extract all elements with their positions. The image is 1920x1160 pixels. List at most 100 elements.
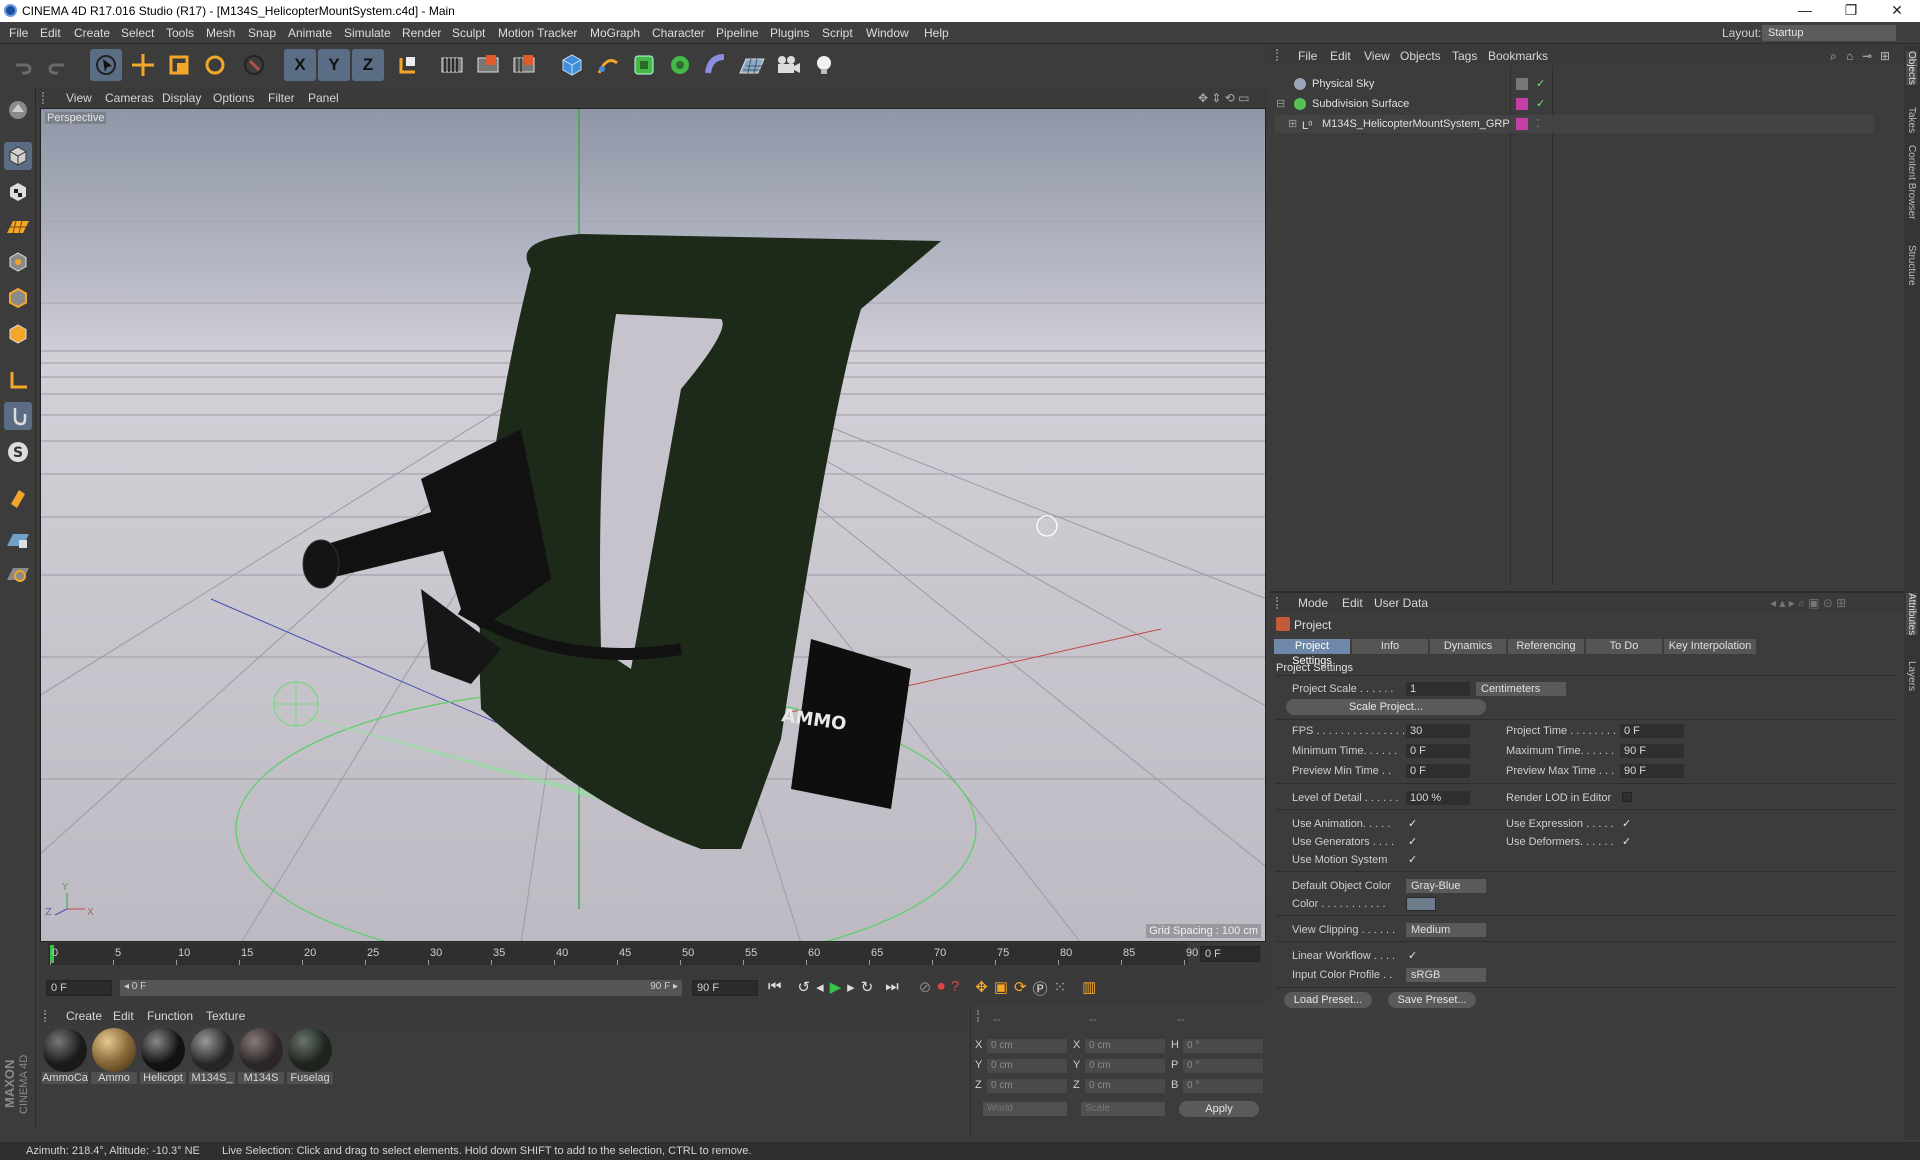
tab-to-do[interactable]: To Do: [1586, 639, 1662, 654]
menu-mesh[interactable]: Mesh: [206, 26, 235, 40]
menu-animate[interactable]: Animate: [288, 26, 332, 40]
objects-expand-icon[interactable]: ⊞: [1880, 49, 1890, 63]
menu-script[interactable]: Script: [822, 26, 853, 40]
minimize-button[interactable]: —: [1782, 0, 1828, 22]
rot-b-field[interactable]: 0 °: [1183, 1079, 1263, 1093]
z-axis-lock-button[interactable]: Z: [352, 49, 384, 81]
next-frame-icon[interactable]: ▸: [847, 978, 855, 999]
scale-project-button[interactable]: Scale Project...: [1286, 699, 1486, 715]
objects-home-icon[interactable]: ⌂: [1846, 49, 1853, 63]
menu-create[interactable]: Create: [74, 26, 110, 40]
size-y-field[interactable]: 0 cm: [1085, 1059, 1165, 1073]
menu-simulate[interactable]: Simulate: [344, 26, 391, 40]
texture-mode-icon[interactable]: [4, 178, 32, 206]
attributes-menu-edit[interactable]: Edit: [1342, 596, 1363, 610]
spline-pen-icon[interactable]: [592, 49, 624, 81]
objects-link-icon[interactable]: ⊸: [1862, 49, 1872, 63]
timeline-ruler[interactable]: 0 5 10 15 20 25 30 35 40 45 50 55 60 65 70 75 80 85 90 0 F: [40, 943, 1266, 977]
material-menu-edit[interactable]: Edit: [113, 1009, 134, 1023]
material-tag-icon[interactable]: [1516, 118, 1528, 130]
end-frame-field[interactable]: 90 F: [692, 980, 758, 996]
objects-search-icon[interactable]: ⌕: [1830, 49, 1837, 64]
move-icon[interactable]: [127, 49, 159, 81]
material-item[interactable]: M134S_: [189, 1028, 235, 1090]
size-z-field[interactable]: 0 cm: [1085, 1079, 1165, 1093]
material-item[interactable]: Ammo: [91, 1028, 137, 1090]
menu-character[interactable]: Character: [652, 26, 705, 40]
timeline-track[interactable]: [48, 943, 1188, 965]
viewport-menu-panel[interactable]: Panel: [308, 91, 339, 105]
attributes-nav-icons[interactable]: ◂ ▴ ▸ ⌕ ▣ ⊙ ⊞: [1770, 596, 1846, 611]
current-frame-field[interactable]: 0 F: [1200, 946, 1260, 962]
visibility-check[interactable]: ✓: [1536, 95, 1545, 113]
make-editable-icon[interactable]: [4, 96, 32, 124]
render-lod-checkbox[interactable]: [1622, 792, 1632, 802]
use-motion-system-checkbox[interactable]: ✓: [1408, 855, 1418, 866]
go-to-end-icon[interactable]: ⏭: [885, 978, 899, 999]
edges-mode-icon[interactable]: [4, 284, 32, 312]
locked-workplane-icon[interactable]: [4, 526, 32, 554]
render-view-icon[interactable]: [436, 49, 468, 81]
layout-dropdown[interactable]: Startup: [1762, 25, 1896, 41]
preview-range-slider[interactable]: ◂ 0 F 90 F ▸: [120, 980, 682, 996]
coordinate-system-icon[interactable]: [392, 49, 424, 81]
floor-icon[interactable]: [736, 49, 768, 81]
points-mode-icon[interactable]: [4, 248, 32, 276]
side-tab-layers[interactable]: Layers: [1906, 661, 1917, 691]
fps-field[interactable]: 30: [1406, 724, 1470, 738]
project-scale-unit-dropdown[interactable]: Centimeters: [1476, 682, 1566, 696]
rot-p-field[interactable]: 0 °: [1183, 1059, 1263, 1073]
object-row-subdivision-surface[interactable]: ⊟ Subdivision Surface ✓: [1274, 95, 1874, 113]
attributes-menu-user-data[interactable]: User Data: [1374, 596, 1428, 610]
expand-toggle[interactable]: ⊟: [1276, 95, 1285, 113]
viewport-menu-view[interactable]: View: [66, 91, 92, 105]
tweak-mode-icon[interactable]: [4, 402, 32, 430]
key-parameter-icon[interactable]: Ⓟ: [1033, 978, 1048, 999]
pos-x-field[interactable]: 0 cm: [987, 1039, 1067, 1053]
use-expression-checkbox[interactable]: ✓: [1622, 819, 1632, 830]
side-tab-takes[interactable]: Takes: [1906, 107, 1917, 133]
next-key-icon[interactable]: ↻: [861, 978, 874, 999]
play-icon[interactable]: ▶: [830, 978, 842, 999]
go-to-start-icon[interactable]: ⏮: [768, 978, 782, 999]
object-row-helicopter-group[interactable]: ⊞ L⁰ M134S_HelicopterMountSystem_GRP ⁚: [1274, 115, 1874, 133]
redo-icon[interactable]: [42, 49, 74, 81]
live-selection-icon[interactable]: [90, 49, 122, 81]
preview-max-time-field[interactable]: 90 F: [1620, 764, 1684, 778]
attributes-menu-mode[interactable]: Mode: [1298, 596, 1328, 610]
menu-help[interactable]: Help: [924, 26, 949, 40]
model-mode-icon[interactable]: [4, 142, 32, 170]
viewport-menu-display[interactable]: Display: [162, 91, 201, 105]
previous-key-icon[interactable]: ↺: [798, 978, 811, 999]
key-pla-icon[interactable]: ⁙: [1054, 978, 1067, 999]
level-of-detail-field[interactable]: 100 %: [1406, 791, 1470, 805]
restore-button[interactable]: ❐: [1828, 0, 1874, 22]
pos-y-field[interactable]: 0 cm: [987, 1059, 1067, 1073]
material-tag-icon[interactable]: [1516, 98, 1528, 110]
objects-menu-bookmarks[interactable]: Bookmarks: [1488, 49, 1548, 63]
cloner-icon[interactable]: [664, 49, 696, 81]
minimum-time-field[interactable]: 0 F: [1406, 744, 1470, 758]
subdivision-surface-icon[interactable]: [628, 49, 660, 81]
magnet-icon[interactable]: [4, 484, 32, 512]
menu-tools[interactable]: Tools: [166, 26, 194, 40]
menu-select[interactable]: Select: [121, 26, 154, 40]
expand-toggle[interactable]: ⊞: [1288, 115, 1297, 133]
project-scale-field[interactable]: 1: [1406, 682, 1470, 696]
objects-menu-tags[interactable]: Tags: [1452, 49, 1477, 63]
material-item[interactable]: Helicopt: [140, 1028, 186, 1090]
undo-icon[interactable]: [6, 49, 38, 81]
menu-snap[interactable]: Snap: [248, 26, 276, 40]
cube-icon[interactable]: [556, 49, 588, 81]
scale-icon[interactable]: [163, 49, 195, 81]
side-tab-content-browser[interactable]: Content Browser: [1906, 145, 1917, 219]
objects-menu-edit[interactable]: Edit: [1330, 49, 1351, 63]
polygons-mode-icon[interactable]: [4, 320, 32, 348]
workplane-mode-icon[interactable]: [4, 212, 32, 240]
y-axis-lock-button[interactable]: Y: [318, 49, 350, 81]
viewport-nav-icons[interactable]: ✥ ⇕ ⟲ ▭: [1198, 91, 1250, 105]
side-tab-objects[interactable]: Objects: [1906, 51, 1917, 85]
close-button[interactable]: ✕: [1874, 0, 1920, 22]
camera-icon[interactable]: [772, 49, 804, 81]
keyframe-selection-icon[interactable]: ?: [951, 978, 959, 999]
